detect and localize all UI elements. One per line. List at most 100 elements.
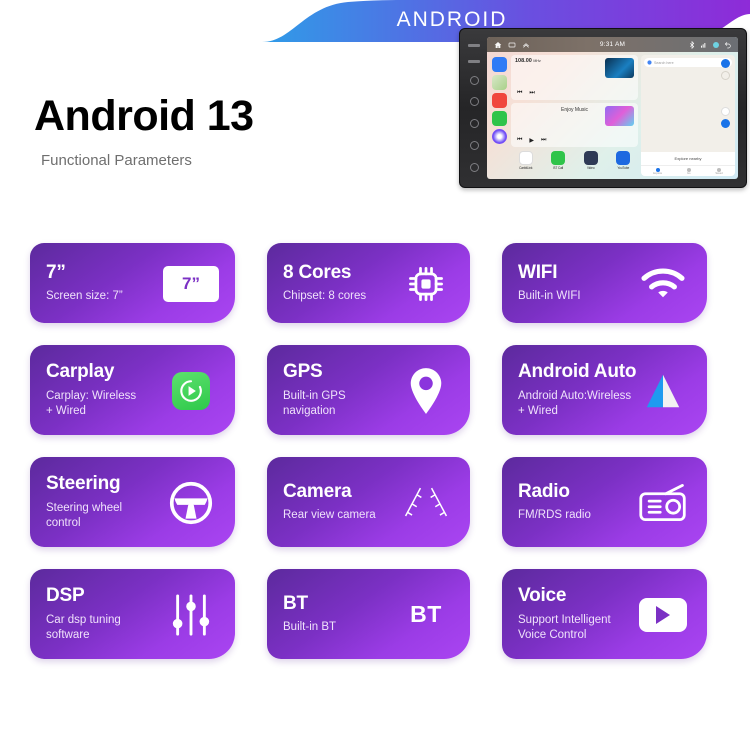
feature-title: WIFI [518,261,558,283]
dock-assistant-icon[interactable] [491,129,507,144]
feature-desc: Rear view camera [283,509,376,522]
screen-size-badge: 7” [163,265,219,302]
back-arrow-icon[interactable] [724,41,732,49]
map-nav-saved[interactable]: Saved [715,167,723,175]
feature-desc: Built-in BT [283,621,337,634]
radio-icon [635,483,691,523]
feature-cell: 7” Screen size: 7” 7” [30,243,235,323]
feature-desc: Android Auto:Wireless + Wired [518,389,632,417]
device-statusbar: 9:31 AM [487,37,738,52]
steering-wheel-icon [163,481,219,525]
feature-desc: FM/RDS radio [518,509,591,522]
location-pin-icon [398,367,454,415]
app-label: CarbitLink [519,166,533,170]
carplay-icon [163,371,219,410]
feature-cell: 8 Cores Chipset: 8 cores [267,243,470,323]
feature-card-gps[interactable]: GPS Built-in GPS navigation [267,345,470,435]
product-infographic-page: ANDROID 9:31 AM 108.00 MHz ⏮ ⏭ Enjoy Mus… [0,0,750,750]
map-nav-label: Saved [715,171,723,175]
radio-unit: MHz [533,59,541,63]
map-layers-button[interactable] [721,71,730,80]
app-item[interactable]: BT Call [544,151,574,170]
map-nav-label: Go [686,171,691,175]
map-search-placeholder: Search here [654,60,674,65]
device-button-back [469,119,479,129]
feature-card-cores[interactable]: 8 Cores Chipset: 8 cores [267,243,470,323]
device-side-buttons [465,38,483,178]
wifi-icon [635,266,691,302]
feature-card-android-auto[interactable]: Android Auto Android Auto:Wireless + Wire… [502,345,707,435]
feature-title: Carplay [46,361,115,383]
map-directions-button[interactable] [721,119,730,128]
music-widget[interactable]: Enjoy Music ⏮ ▶ ⏭ [511,102,638,147]
map-nav-explore[interactable]: Explore [653,167,662,175]
head-unit-device-image: 9:31 AM 108.00 MHz ⏮ ⏭ Enjoy Music ⏮ ▶ ⏭… [459,28,747,188]
feature-desc: Steering wheel control [46,501,123,529]
bluetooth-icon [690,40,695,49]
wifi-status-icon [713,41,719,48]
map-explore-nearby[interactable]: Explore nearby [641,152,735,165]
dock-phone-icon[interactable] [491,111,507,126]
radio-artwork [605,58,634,78]
device-button-mute [469,140,479,150]
dock-maps-icon[interactable] [491,75,507,90]
feature-desc: Built-in WIFI [518,290,581,303]
feature-title: 8 Cores [283,261,352,283]
feature-card-dsp[interactable]: DSP Car dsp tuning software [30,569,235,659]
feature-cell: WIFI Built-in WIFI [502,243,707,323]
radio-frequency: 108.00 [515,58,532,64]
feature-card-camera[interactable]: Camera Rear view camera [267,457,470,547]
feature-card-bt[interactable]: BT Built-in BT BT [267,569,470,659]
feature-grid: 7” Screen size: 7” 7” 8 Cores Chipset: 8… [30,243,722,659]
feature-title: Android Auto [518,361,637,383]
play-button-icon [635,597,691,632]
radio-controls[interactable]: ⏮ ⏭ [517,90,535,97]
feature-cell: Voice Support Intelligent Voice Control [502,569,707,659]
feature-card-carplay[interactable]: Carplay Carplay: Wireless + Wired [30,345,235,435]
feature-row: DSP Car dsp tuning software BT Built-in … [30,569,722,659]
app-item[interactable]: Video [576,151,606,170]
feature-title: BT [283,592,308,614]
music-controls[interactable]: ⏮ ▶ ⏭ [517,137,546,144]
feature-row: Carplay Carplay: Wireless + Wired GPS Bu… [30,345,722,435]
bt-label: BT [410,601,442,627]
feature-cell: Radio FM/RDS radio [502,457,707,547]
device-button-home [469,97,479,107]
feature-title: Voice [518,585,567,607]
feature-cell: BT Built-in BT BT [267,569,470,659]
device-button-menu [469,162,479,172]
feature-card-screen-size[interactable]: 7” Screen size: 7” 7” [30,243,235,323]
dock-apps-icon[interactable] [491,57,507,72]
map-voice-button[interactable] [721,59,730,68]
cpu-chip-icon [398,262,454,306]
map-nav-go[interactable]: Go [686,167,691,175]
dock-music-icon[interactable] [491,93,507,108]
device-map-pane[interactable]: Search here Explore nearby Explore Go Sa… [641,55,735,176]
feature-cell: DSP Car dsp tuning software [30,569,235,659]
map-bottom-nav: Explore Go Saved [641,165,735,176]
signal-icon [701,42,706,48]
feature-card-steering[interactable]: Steering Steering wheel control [30,457,235,547]
google-g-icon [647,60,652,65]
device-button-vol-up [468,60,480,64]
equalizer-sliders-icon [163,593,219,637]
feature-cell: Camera Rear view camera [267,457,470,547]
feature-card-voice[interactable]: Voice Support Intelligent Voice Control [502,569,707,659]
feature-card-radio[interactable]: Radio FM/RDS radio [502,457,707,547]
feature-cell: GPS Built-in GPS navigation [267,345,470,435]
feature-row: Steering Steering wheel control Camera R… [30,457,722,547]
feature-cell: Android Auto Android Auto:Wireless + Wire… [502,345,707,435]
play-badge [639,597,687,632]
feature-card-wifi[interactable]: WIFI Built-in WIFI [502,243,707,323]
device-screen: 9:31 AM 108.00 MHz ⏮ ⏭ Enjoy Music ⏮ ▶ ⏭… [487,37,738,179]
radio-widget[interactable]: 108.00 MHz ⏮ ⏭ [511,55,638,100]
bt-call-icon [551,151,566,165]
parking-guideline-icon [398,486,454,520]
app-item[interactable]: CarbitLink [511,151,541,170]
device-app-row: CarbitLink BT Call Video YouTube [511,150,638,176]
page-title: Android 13 [34,92,254,140]
app-item[interactable]: YouTube [609,151,639,170]
map-search-bar[interactable]: Search here [644,58,732,67]
feature-desc: Built-in GPS navigation [283,389,346,417]
map-locate-button[interactable] [721,107,730,116]
